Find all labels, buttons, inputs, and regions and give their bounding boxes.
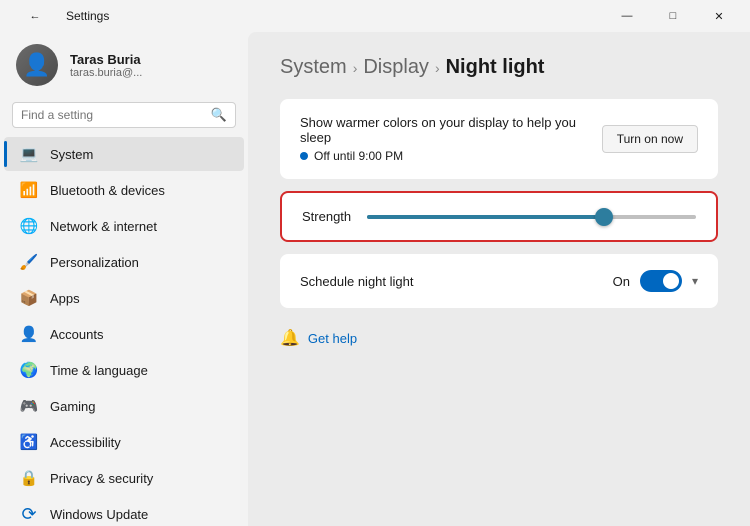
nav-label-bluetooth: Bluetooth & devices	[50, 183, 165, 198]
nav-item-personalization[interactable]: 🖌️ Personalization	[4, 245, 244, 279]
accessibility-icon: ♿	[20, 433, 38, 451]
titlebar: ← Settings — □ ✕	[0, 0, 750, 32]
privacy-icon: 🔒	[20, 469, 38, 487]
slider-track[interactable]	[367, 215, 696, 219]
system-icon: 💻	[20, 145, 38, 163]
nav-item-time[interactable]: 🌍 Time & language	[4, 353, 244, 387]
night-light-status: Off until 9:00 PM	[300, 149, 602, 163]
night-light-info: Show warmer colors on your display to he…	[300, 115, 602, 163]
nav-item-bluetooth[interactable]: 📶 Bluetooth & devices	[4, 173, 244, 207]
schedule-chevron-icon[interactable]: ▾	[692, 274, 698, 288]
main-content: System › Display › Night light Show warm…	[248, 32, 750, 526]
schedule-right: On ▾	[613, 270, 698, 292]
breadcrumb-part1: System	[280, 56, 347, 79]
slider-thumb[interactable]	[595, 208, 613, 226]
status-text: Off until 9:00 PM	[314, 149, 403, 163]
close-button[interactable]: ✕	[696, 0, 742, 32]
minimize-button[interactable]: —	[604, 0, 650, 32]
nav-label-apps: Apps	[50, 291, 80, 306]
get-help-link[interactable]: Get help	[308, 331, 357, 346]
nav-item-system[interactable]: 💻 System	[4, 137, 244, 171]
night-light-description: Show warmer colors on your display to he…	[300, 115, 602, 145]
apps-icon: 📦	[20, 289, 38, 307]
schedule-toggle[interactable]	[640, 270, 682, 292]
slider-fill	[367, 215, 604, 219]
help-section: 🔔 Get help	[280, 320, 718, 356]
slider-container	[367, 215, 696, 219]
schedule-on-text: On	[613, 274, 630, 289]
windows-update-icon: ⟳	[20, 505, 38, 523]
strength-label: Strength	[302, 209, 351, 224]
avatar: 👤	[16, 44, 58, 86]
breadcrumb-sep2: ›	[435, 60, 440, 76]
user-profile[interactable]: 👤 Taras Buria taras.buria@...	[0, 32, 248, 98]
turn-on-button[interactable]: Turn on now	[602, 125, 698, 153]
search-box[interactable]: 🔍	[12, 102, 236, 128]
nav-label-network: Network & internet	[50, 219, 157, 234]
personalization-icon: 🖌️	[20, 253, 38, 271]
avatar-image: 👤	[16, 44, 58, 86]
nav-item-apps[interactable]: 📦 Apps	[4, 281, 244, 315]
breadcrumb: System › Display › Night light	[280, 56, 718, 79]
search-icon: 🔍	[211, 107, 227, 123]
schedule-card: Schedule night light On ▾	[280, 254, 718, 308]
nav-item-network[interactable]: 🌐 Network & internet	[4, 209, 244, 243]
strength-card: Strength	[280, 191, 718, 242]
app-container: 👤 Taras Buria taras.buria@... 🔍 💻 System…	[0, 32, 750, 526]
night-light-header-card: Show warmer colors on your display to he…	[280, 99, 718, 179]
toggle-thumb	[663, 273, 679, 289]
user-info: Taras Buria taras.buria@...	[70, 52, 142, 79]
strength-row: Strength	[302, 209, 696, 224]
breadcrumb-current: Night light	[446, 56, 545, 79]
gaming-icon: 🎮	[20, 397, 38, 415]
status-dot	[300, 152, 308, 160]
titlebar-controls: — □ ✕	[604, 0, 742, 32]
nav-label-gaming: Gaming	[50, 399, 96, 414]
breadcrumb-part2: Display	[363, 56, 429, 79]
search-container: 🔍	[0, 98, 248, 136]
bluetooth-icon: 📶	[20, 181, 38, 199]
nav-label-windows-update: Windows Update	[50, 507, 148, 522]
nav-item-privacy[interactable]: 🔒 Privacy & security	[4, 461, 244, 495]
titlebar-left: ← Settings	[12, 0, 109, 32]
user-name: Taras Buria	[70, 52, 142, 67]
schedule-label: Schedule night light	[300, 274, 413, 289]
nav-item-accounts[interactable]: 👤 Accounts	[4, 317, 244, 351]
time-icon: 🌍	[20, 361, 38, 379]
nav-item-windows-update[interactable]: ⟳ Windows Update	[4, 497, 244, 526]
nav-item-gaming[interactable]: 🎮 Gaming	[4, 389, 244, 423]
accounts-icon: 👤	[20, 325, 38, 343]
nav-label-personalization: Personalization	[50, 255, 139, 270]
maximize-button[interactable]: □	[650, 0, 696, 32]
titlebar-title: Settings	[66, 9, 109, 23]
nav-label-privacy: Privacy & security	[50, 471, 153, 486]
network-icon: 🌐	[20, 217, 38, 235]
nav-label-accessibility: Accessibility	[50, 435, 121, 450]
nav-item-accessibility[interactable]: ♿ Accessibility	[4, 425, 244, 459]
search-input[interactable]	[21, 108, 205, 122]
avatar-icon: 👤	[23, 52, 50, 78]
sidebar: 👤 Taras Buria taras.buria@... 🔍 💻 System…	[0, 32, 248, 526]
nav-label-time: Time & language	[50, 363, 148, 378]
help-icon: 🔔	[280, 328, 300, 348]
nav-label-accounts: Accounts	[50, 327, 103, 342]
nav-label-system: System	[50, 147, 93, 162]
back-button[interactable]: ←	[12, 0, 58, 32]
breadcrumb-sep1: ›	[353, 60, 358, 76]
user-email: taras.buria@...	[70, 67, 142, 79]
